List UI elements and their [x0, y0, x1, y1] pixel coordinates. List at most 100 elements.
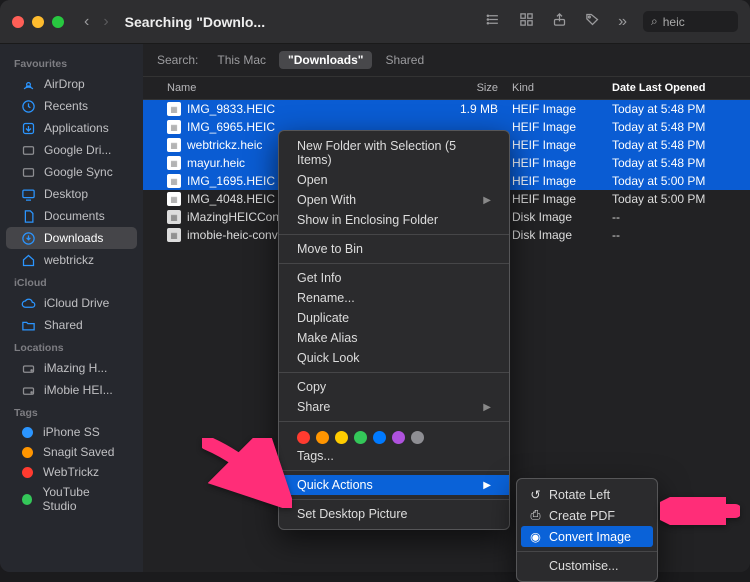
menu-item[interactable]: Show in Enclosing Folder: [279, 210, 509, 230]
file-name: mayur.heic: [187, 156, 245, 170]
file-icon: ▦: [167, 102, 181, 116]
sidebar-item-label: YouTube Studio: [42, 485, 123, 513]
sidebar-item[interactable]: Applications: [6, 117, 137, 139]
file-date: Today at 5:48 PM: [612, 120, 736, 134]
minimize-button[interactable]: [32, 16, 44, 28]
sidebar-item-label: iCloud Drive: [44, 296, 109, 310]
sidebar-item-label: Snagit Saved: [43, 445, 114, 459]
sidebar-item[interactable]: webtrickz: [6, 249, 137, 271]
action-icon: ↺: [529, 487, 542, 502]
col-kind[interactable]: Kind: [512, 82, 612, 94]
sidebar-item-label: iPhone SS: [43, 425, 100, 439]
submenu-item-customise[interactable]: Customise...: [517, 556, 657, 576]
disk-icon: [20, 382, 36, 398]
tag-icon[interactable]: [585, 12, 600, 32]
tag-color-icon[interactable]: [373, 431, 386, 444]
sidebar-item-label: AirDrop: [44, 77, 85, 91]
sidebar-item-label: Documents: [44, 209, 105, 223]
sidebar-item[interactable]: Google Dri...: [6, 139, 137, 161]
menu-item-quick-actions[interactable]: Quick Actions▶: [279, 475, 509, 495]
file-date: Today at 5:48 PM: [612, 138, 736, 152]
list-header: Name Size Kind Date Last Opened: [143, 77, 750, 100]
submenu-item[interactable]: ◉Convert Image: [521, 526, 653, 547]
sidebar-item[interactable]: Documents: [6, 205, 137, 227]
view-list-icon[interactable]: [486, 12, 501, 32]
col-size[interactable]: Size: [432, 82, 512, 94]
close-button[interactable]: [12, 16, 24, 28]
sidebar-tag[interactable]: WebTrickz: [6, 462, 137, 482]
tag-color-icon[interactable]: [354, 431, 367, 444]
more-icon[interactable]: »: [618, 13, 627, 31]
tag-color-icon[interactable]: [316, 431, 329, 444]
quick-actions-submenu[interactable]: ↺Rotate Left⎙Create PDF◉Convert Image Cus…: [516, 478, 658, 582]
sidebar-tag[interactable]: Snagit Saved: [6, 442, 137, 462]
chevron-right-icon: ▶: [483, 402, 491, 413]
menu-item[interactable]: New Folder with Selection (5 Items): [279, 136, 509, 170]
file-name: iMazingHEICConv: [187, 210, 285, 224]
sidebar-item[interactable]: Downloads: [6, 227, 137, 249]
file-kind: Disk Image: [512, 210, 612, 224]
scope-downloads[interactable]: "Downloads": [279, 51, 372, 69]
airdrop-icon: [20, 76, 36, 92]
menu-separator: [279, 421, 509, 422]
file-date: Today at 5:48 PM: [612, 156, 736, 170]
scope-this-mac[interactable]: This Mac: [208, 51, 275, 69]
menu-item[interactable]: Rename...: [279, 288, 509, 308]
action-icon: ⎙: [529, 508, 542, 523]
tag-color-icon[interactable]: [297, 431, 310, 444]
tag-color-icon[interactable]: [411, 431, 424, 444]
menu-item[interactable]: Quick Look: [279, 348, 509, 368]
sidebar-item[interactable]: Google Sync: [6, 161, 137, 183]
sidebar-tag[interactable]: iPhone SS: [6, 422, 137, 442]
menu-item-set-desktop[interactable]: Set Desktop Picture: [279, 504, 509, 524]
menu-item[interactable]: Duplicate: [279, 308, 509, 328]
menu-item[interactable]: Copy: [279, 377, 509, 397]
menu-item[interactable]: Move to Bin: [279, 239, 509, 259]
menu-item[interactable]: Open With▶: [279, 190, 509, 210]
file-kind: Disk Image: [512, 228, 612, 242]
col-date[interactable]: Date Last Opened: [612, 82, 736, 94]
sidebar: FavouritesAirDropRecentsApplicationsGoog…: [0, 44, 143, 572]
group-icon[interactable]: [519, 12, 534, 32]
file-name: imobie-heic-conv: [187, 228, 278, 242]
share-icon[interactable]: [552, 12, 567, 32]
sidebar-item[interactable]: iCloud Drive: [6, 292, 137, 314]
file-kind: HEIF Image: [512, 192, 612, 206]
sidebar-item[interactable]: AirDrop: [6, 73, 137, 95]
scope-label: Search:: [157, 53, 198, 67]
traffic-lights: [12, 16, 64, 28]
forward-button[interactable]: ›: [103, 13, 108, 31]
file-name: IMG_4048.HEIC: [187, 192, 275, 206]
file-name: IMG_9833.HEIC: [187, 102, 275, 116]
file-row[interactable]: ▦IMG_9833.HEIC 1.9 MB HEIF Image Today a…: [143, 100, 750, 118]
back-button[interactable]: ‹: [84, 13, 89, 31]
box-icon: [20, 164, 36, 180]
tag-color-icon[interactable]: [335, 431, 348, 444]
sidebar-item[interactable]: Desktop: [6, 183, 137, 205]
submenu-item[interactable]: ⎙Create PDF: [517, 505, 657, 526]
file-kind: HEIF Image: [512, 120, 612, 134]
file-icon: ▦: [167, 210, 181, 224]
sidebar-item[interactable]: iMobie HEI...: [6, 379, 137, 401]
menu-item[interactable]: Get Info: [279, 268, 509, 288]
tag-color-icon[interactable]: [392, 431, 405, 444]
tag-color-row: [279, 426, 509, 446]
submenu-item[interactable]: ↺Rotate Left: [517, 484, 657, 505]
search-field[interactable]: ⌕ heic: [643, 11, 738, 32]
sidebar-item[interactable]: Recents: [6, 95, 137, 117]
scope-shared[interactable]: Shared: [376, 51, 433, 69]
sidebar-tag[interactable]: YouTube Studio: [6, 482, 137, 516]
menu-item-tags[interactable]: Tags...: [279, 446, 509, 466]
sidebar-item-label: Shared: [44, 318, 83, 332]
sidebar-item[interactable]: Shared: [6, 314, 137, 336]
context-menu[interactable]: New Folder with Selection (5 Items)OpenO…: [278, 130, 510, 530]
col-name[interactable]: Name: [157, 82, 432, 94]
menu-item[interactable]: Make Alias: [279, 328, 509, 348]
menu-separator: [517, 551, 657, 552]
menu-item[interactable]: Open: [279, 170, 509, 190]
zoom-button[interactable]: [52, 16, 64, 28]
menu-item[interactable]: Share▶: [279, 397, 509, 417]
sidebar-item[interactable]: iMazing H...: [6, 357, 137, 379]
search-icon: ⌕: [651, 14, 658, 29]
file-icon: ▦: [167, 228, 181, 242]
